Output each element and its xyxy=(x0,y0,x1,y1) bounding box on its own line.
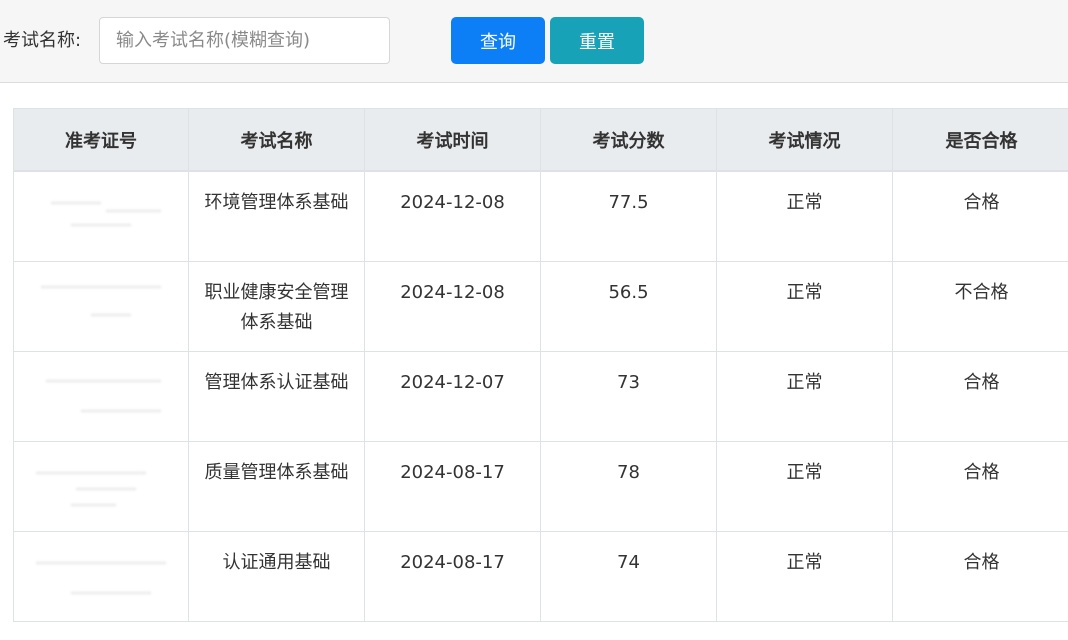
header-exam-status: 考试情况 xyxy=(716,108,893,172)
exam-score-cell: 77.5 xyxy=(540,170,717,262)
redacted-ticket-number xyxy=(31,188,171,242)
exam-name-cell: 质量管理体系基础 xyxy=(188,440,365,532)
header-exam-name: 考试名称 xyxy=(188,108,365,172)
exam-results-table: 准考证号 考试名称 考试时间 考试分数 考试情况 是否合格 环境管理体系基础 2… xyxy=(13,108,1068,622)
pass-status-cell: 合格 xyxy=(892,350,1068,442)
exam-name-cell: 职业健康安全管理体系基础 xyxy=(188,260,365,352)
header-pass-status: 是否合格 xyxy=(892,108,1068,172)
exam-name-cell: 环境管理体系基础 xyxy=(188,170,365,262)
table-row: 职业健康安全管理体系基础 2024-12-08 56.5 正常 不合格 xyxy=(13,260,1068,352)
exam-date-cell: 2024-12-07 xyxy=(364,350,541,442)
ticket-number-cell xyxy=(13,440,189,532)
table-header-row: 准考证号 考试名称 考试时间 考试分数 考试情况 是否合格 xyxy=(13,108,1068,172)
exam-status-cell: 正常 xyxy=(716,170,893,262)
exam-name-cell: 认证通用基础 xyxy=(188,530,365,622)
pass-status-cell: 合格 xyxy=(892,530,1068,622)
ticket-number-cell xyxy=(13,170,189,262)
query-button[interactable]: 查询 xyxy=(451,17,545,64)
exam-name-label: 考试名称: xyxy=(3,30,82,51)
table-row: 质量管理体系基础 2024-08-17 78 正常 合格 xyxy=(13,440,1068,532)
exam-status-cell: 正常 xyxy=(716,350,893,442)
exam-status-cell: 正常 xyxy=(716,260,893,352)
exam-date-cell: 2024-08-17 xyxy=(364,440,541,532)
exam-name-search-input[interactable] xyxy=(99,17,390,64)
exam-score-cell: 56.5 xyxy=(540,260,717,352)
ticket-number-cell xyxy=(13,530,189,622)
table-row: 环境管理体系基础 2024-12-08 77.5 正常 合格 xyxy=(13,170,1068,262)
exam-date-cell: 2024-12-08 xyxy=(364,170,541,262)
redacted-ticket-number xyxy=(31,458,171,512)
header-ticket-number: 准考证号 xyxy=(13,108,189,172)
redacted-ticket-number xyxy=(31,278,171,332)
header-exam-score: 考试分数 xyxy=(540,108,717,172)
exam-date-cell: 2024-12-08 xyxy=(364,260,541,352)
exam-score-cell: 73 xyxy=(540,350,717,442)
exam-name-cell: 管理体系认证基础 xyxy=(188,350,365,442)
ticket-number-cell xyxy=(13,260,189,352)
table-row: 认证通用基础 2024-08-17 74 正常 合格 xyxy=(13,530,1068,622)
exam-score-cell: 74 xyxy=(540,530,717,622)
redacted-ticket-number xyxy=(31,548,171,602)
pass-status-cell: 合格 xyxy=(892,170,1068,262)
exam-score-cell: 78 xyxy=(540,440,717,532)
pass-status-cell: 合格 xyxy=(892,440,1068,532)
search-bar: 考试名称: 查询 重置 xyxy=(0,0,1068,83)
header-exam-date: 考试时间 xyxy=(364,108,541,172)
table-row: 管理体系认证基础 2024-12-07 73 正常 合格 xyxy=(13,350,1068,442)
ticket-number-cell xyxy=(13,350,189,442)
pass-status-cell: 不合格 xyxy=(892,260,1068,352)
exam-results-table-container: 准考证号 考试名称 考试时间 考试分数 考试情况 是否合格 环境管理体系基础 2… xyxy=(13,108,1068,622)
exam-status-cell: 正常 xyxy=(716,530,893,622)
exam-date-cell: 2024-08-17 xyxy=(364,530,541,622)
redacted-ticket-number xyxy=(31,368,171,422)
exam-status-cell: 正常 xyxy=(716,440,893,532)
reset-button[interactable]: 重置 xyxy=(550,17,644,64)
